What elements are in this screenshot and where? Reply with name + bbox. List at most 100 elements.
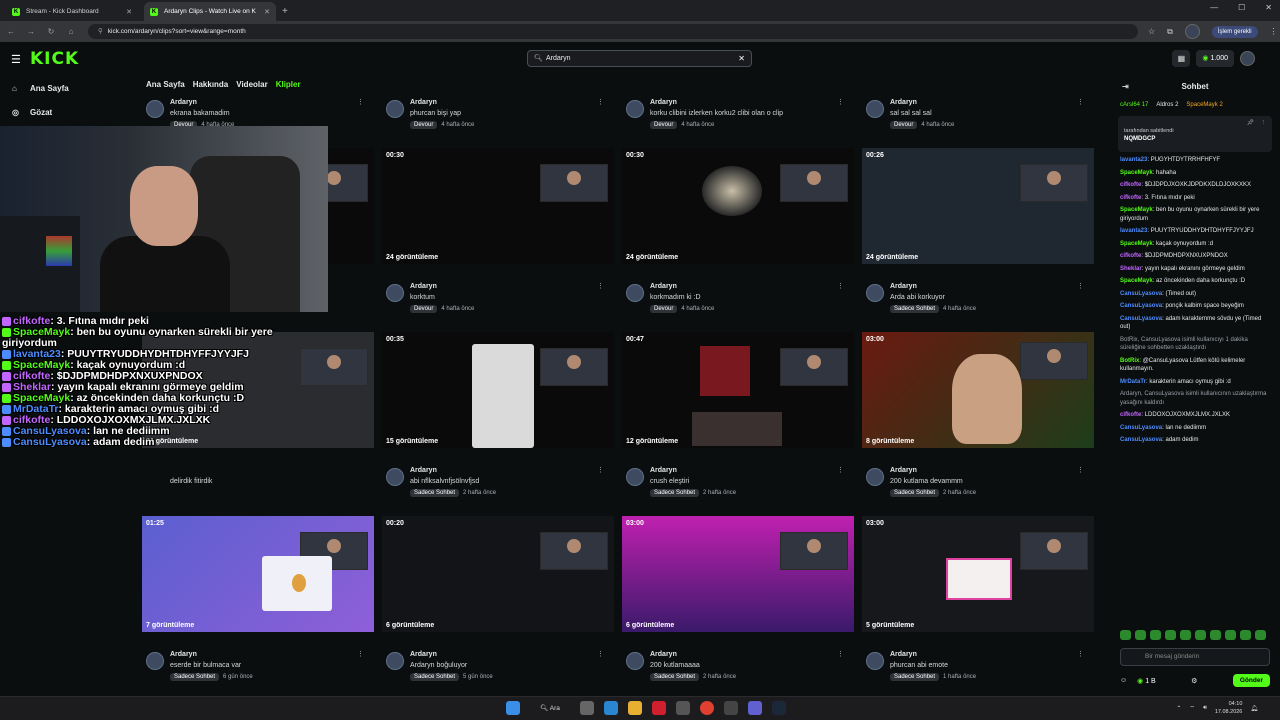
clip-title[interactable]: phurcan abi emote — [890, 662, 948, 669]
tab-home[interactable]: Ana Sayfa — [146, 80, 185, 89]
steam-icon[interactable] — [772, 701, 786, 715]
clip-card-info[interactable]: Ardaryn korkmadım ki :D Devour 4 hafta ön… — [620, 280, 850, 320]
emote-icon[interactable] — [1195, 630, 1206, 640]
clip-title[interactable]: abi nflksalvnfjsölnvfjsd — [410, 478, 479, 485]
clip-card-info[interactable]: Ardaryn Arda abi korkuyor Sadece Sohbet 4… — [860, 280, 1090, 320]
chat-message[interactable]: MrDataTr: karakterin amacı oymuş gibi :d — [1110, 376, 1280, 389]
more-options-icon[interactable]: ⋮ — [357, 650, 364, 658]
clip-thumbnail[interactable]: 01:25 7 görüntüleme — [142, 516, 374, 632]
chat-message[interactable]: Ardaryn, CansuLyasova isimli kullanıcını… — [1110, 388, 1280, 409]
kick-logo[interactable]: KICK — [30, 49, 79, 69]
chat-message[interactable]: SpaceMayk: az öncekinden daha korkunçtu … — [1110, 275, 1280, 288]
clip-category[interactable]: Devour — [890, 121, 918, 129]
clear-search-icon[interactable]: ✕ — [738, 51, 745, 66]
clip-author[interactable]: Ardaryn — [170, 99, 197, 106]
browser-tab-clips[interactable]: K Ardaryn Clips - Watch Live on K ✕ — [144, 2, 276, 21]
emote-picker-icon[interactable]: ☺ — [1120, 677, 1127, 684]
clock[interactable]: 04:10 17.08.2026 — [1215, 700, 1243, 716]
chat-username[interactable]: CansuLyasova — [1120, 437, 1162, 443]
task-view-icon[interactable] — [580, 701, 594, 715]
chat-username[interactable]: MrDataTr — [1120, 379, 1146, 385]
chat-username[interactable]: CansuLyasova — [1120, 291, 1162, 297]
dashboard-icon[interactable]: ▦ — [1172, 50, 1191, 67]
chat-username[interactable]: CansuLyasova — [1120, 303, 1162, 309]
emote-icon[interactable] — [1180, 630, 1191, 640]
clip-title[interactable]: delirdik fitirdik — [170, 478, 212, 485]
more-options-icon[interactable]: ⋮ — [597, 650, 604, 658]
clip-author[interactable]: Ardaryn — [170, 651, 197, 658]
pin-icon[interactable]: 📌︎ — [1247, 120, 1254, 126]
author-avatar[interactable] — [146, 652, 164, 670]
opera-icon[interactable] — [652, 701, 666, 715]
edge-icon[interactable] — [604, 701, 618, 715]
chat-settings-icon[interactable]: ⚙ — [1191, 677, 1197, 685]
clip-author[interactable]: Ardaryn — [890, 99, 917, 106]
bookmark-star-icon[interactable]: ☆ — [1148, 27, 1155, 36]
clip-thumbnail[interactable]: 03:00 5 görüntüleme — [862, 516, 1094, 632]
chat-message[interactable]: CansuLyasova: (Timed out) — [1110, 288, 1280, 301]
chat-message[interactable]: SpaceMayk: kaçak oynuyordum :d — [1110, 238, 1280, 251]
chat-message[interactable]: cifkofte: $DJDPMDHDPXNXUXPNDOX — [1110, 250, 1280, 263]
forward-icon[interactable]: → — [22, 27, 40, 36]
author-avatar[interactable] — [866, 284, 884, 302]
clip-category[interactable]: Sadece Sohbet — [890, 673, 940, 681]
author-avatar[interactable] — [626, 284, 644, 302]
author-avatar[interactable] — [626, 652, 644, 670]
tray-chevron-icon[interactable]: ⌃ — [1176, 705, 1181, 712]
more-options-icon[interactable]: ⋮ — [597, 282, 604, 290]
maximize-icon[interactable]: ☐ — [1238, 3, 1245, 12]
tab-clips[interactable]: Klipler — [276, 80, 301, 89]
volume-icon[interactable]: 🔊︎ — [1203, 705, 1207, 712]
more-options-icon[interactable]: ⋮ — [597, 98, 604, 106]
emote-icon[interactable] — [1150, 630, 1161, 640]
more-options-icon[interactable]: ⋮ — [1077, 98, 1084, 106]
update-required-button[interactable]: İşlem gerekli — [1211, 25, 1258, 38]
clip-author[interactable]: Ardaryn — [650, 467, 677, 474]
chat-message-input[interactable]: Bir mesaj gönderin — [1120, 648, 1270, 666]
clip-card-info[interactable]: Ardaryn Ardaryn boğuluyor Sadece Sohbet 5… — [380, 648, 610, 688]
clip-category[interactable]: Sadece Sohbet — [890, 305, 940, 313]
clip-author[interactable]: Ardaryn — [410, 651, 437, 658]
chat-message[interactable]: CansuLyasova: lan ne dediimm — [1110, 422, 1280, 435]
discord-icon[interactable] — [748, 701, 762, 715]
clip-card-info[interactable]: Ardaryn crush eleştiri Sadece Sohbet 2 ha… — [620, 464, 850, 504]
clip-thumbnail[interactable]: 00:47 12 görüntüleme — [622, 332, 854, 448]
gifter-item[interactable]: cArsl64 17 — [1120, 102, 1148, 108]
clip-category[interactable]: Sadece Sohbet — [890, 489, 940, 497]
clip-author[interactable]: Ardaryn — [650, 283, 677, 290]
chat-message[interactable]: lavanta23: PUUYTRYUDDHYDHTDHYFFJYYJFJ — [1110, 225, 1280, 238]
chat-username[interactable]: SpaceMayk — [1120, 241, 1153, 247]
notifications-icon[interactable]: 🔔︎ — [1250, 705, 1258, 712]
clip-thumbnail[interactable]: 00:26 24 görüntüleme — [862, 148, 1094, 264]
tab-about[interactable]: Hakkında — [193, 80, 229, 89]
clip-thumbnail[interactable]: 03:00 6 görüntüleme — [622, 516, 854, 632]
pinned-message[interactable]: tarafından sabitlendi NQMDGCP 📌︎ ⋮ — [1118, 116, 1272, 152]
address-bar[interactable]: ⚲ kick.com/ardaryn/clips?sort=view&range=… — [88, 24, 1138, 39]
chat-message[interactable]: BotRix: @CansuLyasova Lütfen kötü kelime… — [1110, 355, 1280, 376]
obs-icon[interactable] — [724, 701, 738, 715]
chat-message[interactable]: CansuLyasova: adam dedim — [1110, 434, 1280, 447]
browser-menu-icon[interactable]: ⋮ — [1270, 27, 1278, 36]
clip-card-info[interactable]: Ardaryn 200 kutlama devammm Sadece Sohbe… — [860, 464, 1090, 504]
chat-username[interactable]: CansuLyasova — [1120, 316, 1162, 322]
clip-author[interactable]: Ardaryn — [650, 651, 677, 658]
clip-title[interactable]: 200 kutlama devammm — [890, 478, 963, 485]
clip-category[interactable]: Devour — [650, 121, 678, 129]
author-avatar[interactable] — [146, 100, 164, 118]
author-avatar[interactable] — [386, 284, 404, 302]
clip-category[interactable]: Devour — [410, 121, 438, 129]
site-info-icon[interactable]: ⚲ — [98, 28, 103, 35]
back-icon[interactable]: ← — [2, 27, 20, 36]
more-options-icon[interactable]: ⋮ — [837, 466, 844, 474]
emote-icon[interactable] — [1165, 630, 1176, 640]
home-icon[interactable]: ⌂ — [62, 27, 80, 36]
author-avatar[interactable] — [386, 652, 404, 670]
clip-card-info[interactable]: Ardaryn korku clibini izlerken korku2 cl… — [620, 96, 850, 136]
start-menu-icon[interactable] — [506, 701, 520, 715]
author-avatar[interactable] — [866, 468, 884, 486]
more-options-icon[interactable]: ⋮ — [1077, 466, 1084, 474]
gifter-item[interactable]: SpaceMayk 2 — [1186, 102, 1222, 108]
emote-icon[interactable] — [1120, 630, 1131, 640]
clip-thumbnail[interactable]: 00:35 15 görüntüleme — [382, 332, 614, 448]
more-options-icon[interactable]: ⋮ — [837, 650, 844, 658]
